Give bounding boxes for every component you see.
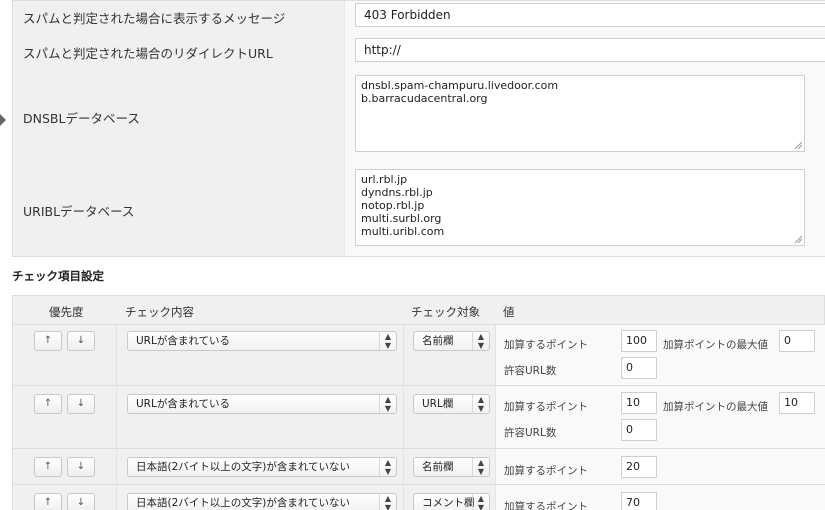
check-target-select[interactable]: コメント欄 ▲ ▼ [413, 493, 490, 510]
select-arrows-icon: ▲ ▼ [379, 458, 396, 476]
spam-message-row: スパムと判定された場合に表示するメッセージ 403 Forbidden [12, 0, 825, 35]
allowed-url-input[interactable]: 0 [621, 419, 657, 441]
table-row: ↑ ↓ URLが含まれている ▲ ▼ URL欄 ▲ ▼ 加算するポイント 10 加算… [12, 386, 825, 449]
redirect-url-label: スパムと判定された場合のリダイレクトURL [23, 46, 273, 61]
allowed-url-input[interactable]: 0 [621, 357, 657, 379]
uribl-textarea[interactable]: url.rbl.jp dyndns.rbl.jp notop.rbl.jp mu… [355, 169, 805, 246]
redirect-url-row: スパムと判定された場合のリダイレクトURL http:// [12, 33, 825, 70]
add-points-label: 加算するポイント [504, 465, 588, 477]
move-up-button[interactable]: ↑ [34, 394, 62, 414]
max-points-input[interactable]: 0 [779, 330, 815, 352]
resize-grip-icon[interactable] [794, 235, 802, 243]
select-arrows-icon: ▲ ▼ [379, 332, 396, 350]
check-content-value: 日本語(2バイト以上の文字)が含まれていない [136, 497, 351, 509]
header-priority: 優先度 [49, 305, 84, 319]
redirect-url-input[interactable]: http:// [355, 38, 825, 62]
select-arrows-icon: ▲ ▼ [379, 395, 396, 413]
dnsbl-textarea[interactable]: dnsbl.spam-champuru.livedoor.com b.barra… [355, 75, 805, 152]
uribl-line: multi.uribl.com [361, 225, 445, 238]
move-down-button[interactable]: ↓ [67, 331, 95, 351]
check-target-value: URL欄 [422, 398, 454, 410]
spam-message-label: スパムと判定された場合に表示するメッセージ [23, 11, 286, 26]
spam-message-input[interactable]: 403 Forbidden [355, 3, 825, 27]
check-target-select[interactable]: 名前欄 ▲ ▼ [413, 331, 490, 351]
check-target-select[interactable]: 名前欄 ▲ ▼ [413, 457, 490, 477]
dnsbl-row: DNSBLデータベース dnsbl.spam-champuru.livedoor… [12, 69, 825, 164]
check-content-select[interactable]: URLが含まれている ▲ ▼ [127, 331, 397, 351]
uribl-line: dyndns.rbl.jp [361, 186, 433, 199]
move-down-button[interactable]: ↓ [67, 457, 95, 477]
move-down-button[interactable]: ↓ [67, 394, 95, 414]
table-row: ↑ ↓ 日本語(2バイト以上の文字)が含まれていない ▲ ▼ 名前欄 ▲ ▼ 加算す… [12, 449, 825, 485]
check-target-select[interactable]: URL欄 ▲ ▼ [413, 394, 490, 414]
check-table-header: 優先度 チェック内容 チェック対象 値 [12, 295, 825, 325]
table-row: ↑ ↓ URLが含まれている ▲ ▼ 名前欄 ▲ ▼ 加算するポイント 100 加算… [12, 325, 825, 386]
check-content-select[interactable]: 日本語(2バイト以上の文字)が含まれていない ▲ ▼ [127, 493, 397, 510]
header-target: チェック対象 [411, 305, 480, 319]
max-points-label: 加算ポイントの最大値 [663, 339, 768, 351]
dnsbl-line: dnsbl.spam-champuru.livedoor.com [361, 79, 559, 92]
add-points-label: 加算するポイント [504, 339, 588, 351]
check-target-value: 名前欄 [422, 335, 454, 347]
move-up-button[interactable]: ↑ [34, 493, 62, 510]
move-down-button[interactable]: ↓ [67, 493, 95, 510]
max-points-label: 加算ポイントの最大値 [663, 401, 768, 413]
select-arrows-icon: ▲ ▼ [472, 395, 489, 413]
uribl-line: multi.surbl.org [361, 212, 442, 225]
dnsbl-line: b.barracudacentral.org [361, 92, 488, 105]
dnsbl-label: DNSBLデータベース [23, 111, 140, 126]
add-points-input[interactable]: 20 [621, 456, 657, 478]
header-value: 値 [503, 305, 515, 319]
add-points-label: 加算するポイント [504, 501, 588, 510]
move-up-button[interactable]: ↑ [34, 331, 62, 351]
collapse-arrow-icon [0, 114, 6, 126]
check-content-select[interactable]: 日本語(2バイト以上の文字)が含まれていない ▲ ▼ [127, 457, 397, 477]
uribl-row: URIBLデータベース url.rbl.jp dyndns.rbl.jp not… [12, 163, 825, 257]
move-up-button[interactable]: ↑ [34, 457, 62, 477]
check-items-table: 優先度 チェック内容 チェック対象 値 ↑ ↓ URLが含まれている ▲ ▼ 名前… [12, 295, 825, 510]
uribl-line: url.rbl.jp [361, 173, 408, 186]
add-points-label: 加算するポイント [504, 401, 588, 413]
select-arrows-icon: ▲ ▼ [379, 494, 396, 510]
add-points-input[interactable]: 100 [621, 330, 657, 352]
check-content-select[interactable]: URLが含まれている ▲ ▼ [127, 394, 397, 414]
check-content-value: 日本語(2バイト以上の文字)が含まれていない [136, 461, 351, 473]
header-content: チェック内容 [125, 305, 194, 319]
check-target-value: 名前欄 [422, 461, 454, 473]
max-points-input[interactable]: 10 [779, 392, 815, 414]
uribl-line: notop.rbl.jp [361, 199, 425, 212]
select-arrows-icon: ▲ ▼ [472, 332, 489, 350]
check-target-value: コメント欄 [422, 497, 475, 509]
add-points-input[interactable]: 10 [621, 392, 657, 414]
check-content-value: URLが含まれている [136, 335, 231, 347]
check-content-value: URLが含まれている [136, 398, 231, 410]
select-arrows-icon: ▲ ▼ [472, 458, 489, 476]
select-arrows-icon: ▲ ▼ [472, 494, 489, 510]
check-section-title: チェック項目設定 [12, 269, 104, 283]
table-row: ↑ ↓ 日本語(2バイト以上の文字)が含まれていない ▲ ▼ コメント欄 ▲ ▼ 加… [12, 485, 825, 510]
uribl-label: URIBLデータベース [23, 204, 135, 219]
allowed-url-label: 許容URL数 [504, 365, 557, 377]
allowed-url-label: 許容URL数 [504, 427, 557, 439]
add-points-input[interactable]: 70 [621, 492, 657, 510]
resize-grip-icon[interactable] [794, 141, 802, 149]
